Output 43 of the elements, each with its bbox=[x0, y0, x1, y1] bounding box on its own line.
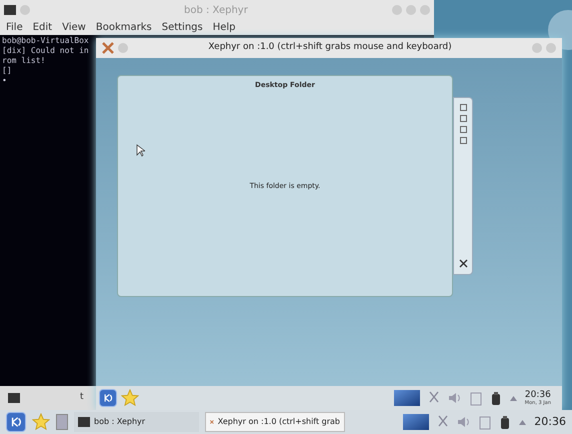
terminal-icon bbox=[8, 393, 20, 403]
clock-time[interactable]: 20:36 bbox=[534, 414, 566, 430]
kde-logo-icon bbox=[103, 393, 113, 403]
terminal-line: rom list! bbox=[2, 56, 46, 66]
pager[interactable] bbox=[56, 414, 68, 430]
arrow-up-icon[interactable] bbox=[510, 396, 517, 400]
minimize-button[interactable] bbox=[532, 43, 542, 53]
window-title: Xephyr on :1.0 (ctrl+shift grabs mouse and keyboard) bbox=[207, 41, 453, 54]
menu-item[interactable]: Settings bbox=[162, 20, 203, 35]
taskbar-task[interactable]: Xephyr on :1.0 (ctrl+shift grab bbox=[205, 412, 345, 432]
menu-item[interactable]: Edit bbox=[32, 20, 52, 35]
x-logo-icon bbox=[102, 42, 114, 54]
close-icon[interactable] bbox=[458, 259, 468, 268]
circle-button[interactable] bbox=[20, 5, 30, 15]
clock-time[interactable]: 20:36 bbox=[524, 390, 551, 400]
close-button[interactable] bbox=[546, 43, 556, 53]
taskbar-task[interactable]: bob : Xephyr bbox=[74, 412, 199, 432]
task-label: bob : Xephyr bbox=[94, 416, 146, 428]
terminal-line: bob@bob-VirtualBox bbox=[2, 36, 89, 46]
menu-item[interactable]: Help bbox=[212, 20, 236, 35]
speaker-icon[interactable] bbox=[457, 415, 472, 429]
cursor-icon bbox=[136, 144, 145, 157]
circle-button[interactable] bbox=[118, 43, 128, 53]
speaker-icon[interactable] bbox=[448, 391, 462, 405]
terminal-line: [] bbox=[2, 66, 12, 76]
kde-menu-button[interactable] bbox=[6, 412, 26, 432]
terminal-icon bbox=[78, 417, 90, 427]
menu-item[interactable]: View bbox=[62, 20, 86, 35]
desktop-thumbnail-icon[interactable] bbox=[394, 390, 420, 406]
kde-menu-button[interactable] bbox=[99, 389, 117, 407]
menu-item[interactable]: File bbox=[6, 20, 23, 35]
kde-logo-icon bbox=[10, 416, 22, 428]
star-icon[interactable] bbox=[32, 413, 50, 431]
star-icon[interactable] bbox=[121, 389, 139, 407]
terminal-line: [dix] Could not in bbox=[2, 46, 89, 56]
menu-item[interactable]: Bookmarks bbox=[96, 20, 152, 35]
arrow-up-icon[interactable] bbox=[519, 420, 526, 424]
window-title: bob : Xephyr bbox=[184, 4, 248, 18]
terminal-icon bbox=[4, 5, 16, 15]
tab-label[interactable]: t bbox=[80, 391, 84, 405]
task-label: Xephyr on :1.0 (ctrl+shift grab bbox=[218, 416, 340, 428]
terminal-line: • bbox=[2, 76, 7, 86]
desktop-thumbnail-icon[interactable] bbox=[403, 414, 430, 430]
